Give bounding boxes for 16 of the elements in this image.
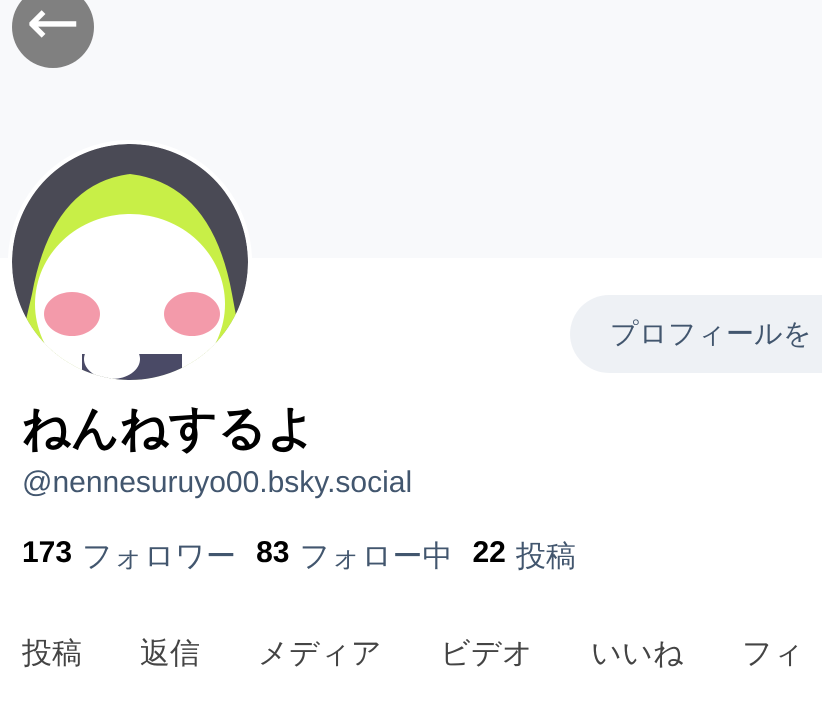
- profile-tab[interactable]: いいね: [591, 632, 684, 683]
- stat-count: 83: [256, 536, 290, 571]
- profile-tab[interactable]: ビデオ: [440, 632, 533, 683]
- stat-count: 22: [472, 536, 506, 571]
- profile-tab[interactable]: メディア: [258, 632, 382, 683]
- profile-tab[interactable]: フィ: [742, 632, 804, 683]
- stat-label[interactable]: フォロワー: [82, 536, 236, 577]
- back-button[interactable]: ←: [12, 0, 94, 68]
- profile-tab[interactable]: 投稿: [22, 632, 82, 683]
- stat-count: 173: [22, 536, 72, 571]
- stat-label[interactable]: フォロー中: [299, 536, 452, 577]
- display-name: ねんねするよ: [22, 403, 317, 456]
- stat-label[interactable]: 投稿: [516, 536, 576, 577]
- profile-tab[interactable]: 返信: [140, 632, 200, 683]
- edit-profile-button[interactable]: プロフィールを: [570, 295, 822, 373]
- user-handle: @nennesuruyo00.bsky.social: [22, 466, 414, 500]
